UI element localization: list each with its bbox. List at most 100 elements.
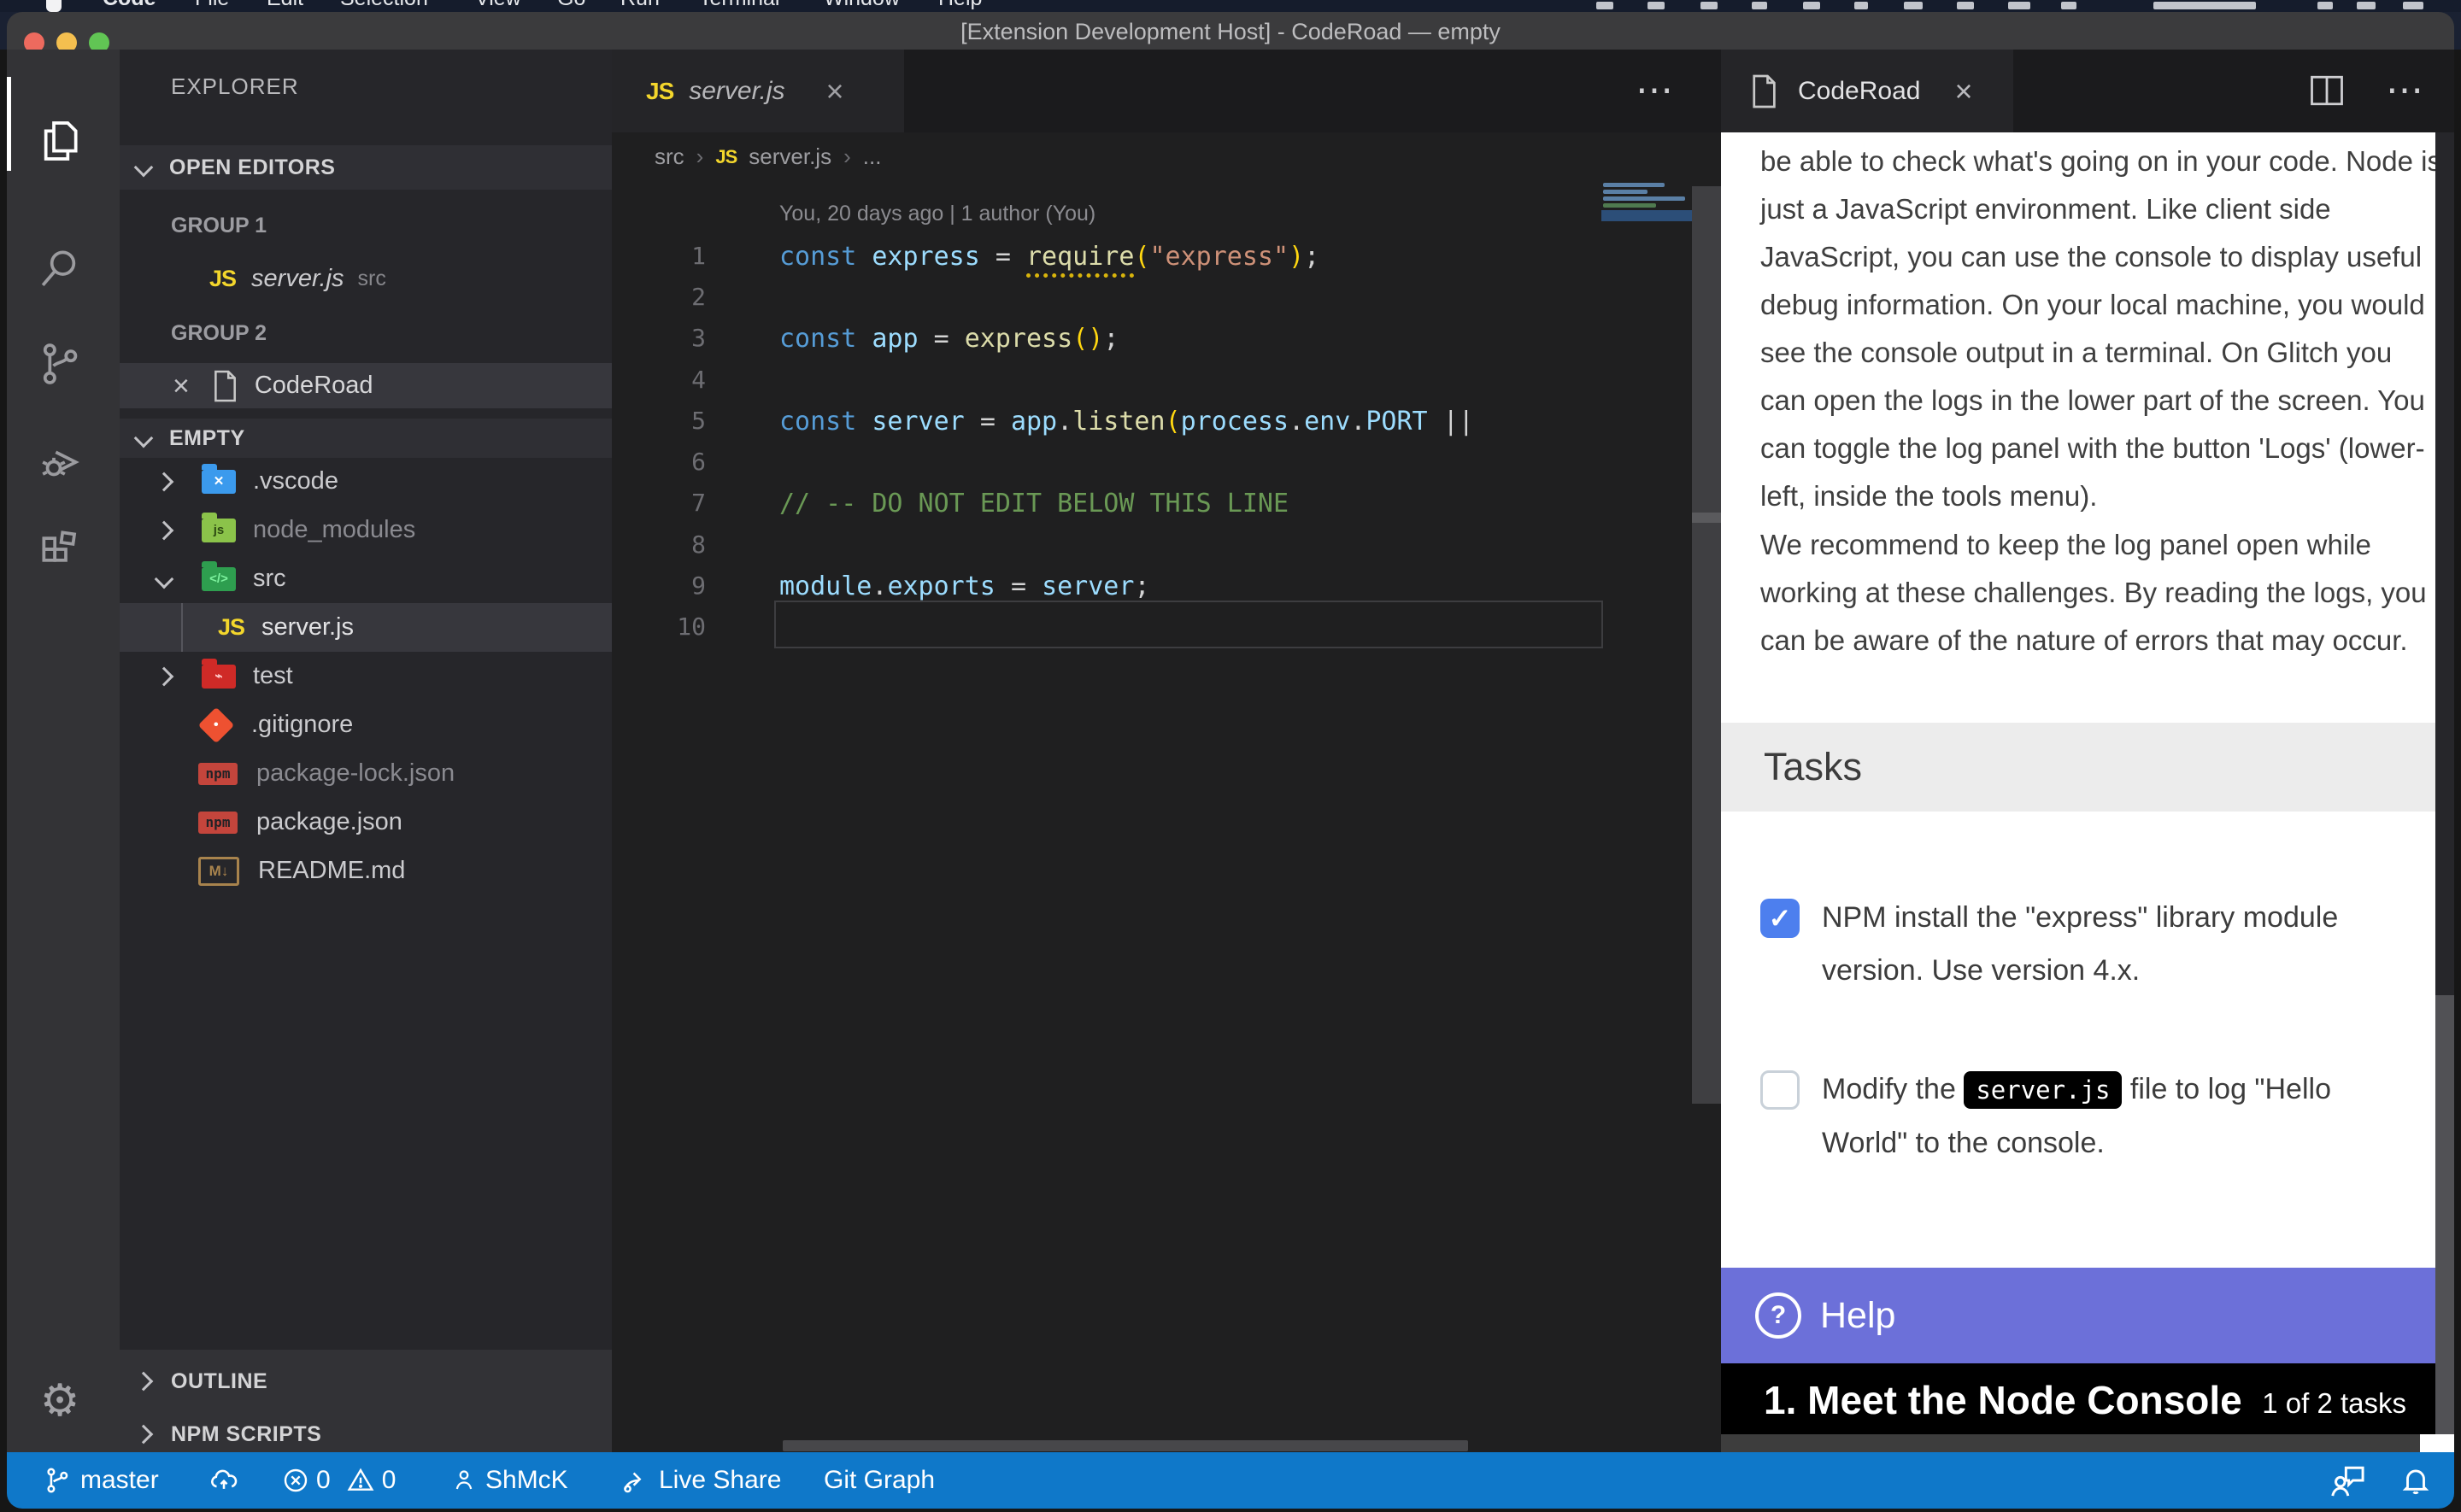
menu-file[interactable]: File xyxy=(195,0,229,11)
webview-scrollbar-thumb[interactable] xyxy=(2435,995,2454,1434)
git-branch-status[interactable]: master xyxy=(43,1452,159,1509)
tree-item-label: node_modules xyxy=(253,516,415,544)
menu-view[interactable]: View xyxy=(475,0,521,11)
minimap-slider[interactable] xyxy=(1601,210,1692,221)
code-line[interactable]: module.exports = server; xyxy=(779,571,1150,601)
menu-run[interactable]: Run xyxy=(620,0,660,11)
minimap[interactable] xyxy=(1603,190,1648,194)
lesson-footer[interactable]: 1. Meet the Node Console 1 of 2 tasks xyxy=(1721,1363,2454,1434)
outline-header[interactable]: OUTLINE xyxy=(120,1360,612,1403)
tree-item-readme[interactable]: M↓ README.md xyxy=(120,847,612,895)
tree-item-vscode[interactable]: ✕ .vscode xyxy=(120,457,612,506)
menu-selection[interactable]: Selection xyxy=(340,0,428,11)
src-folder-icon: </> xyxy=(202,567,236,591)
error-icon xyxy=(282,1467,309,1494)
npm-scripts-header[interactable]: NPM SCRIPTS xyxy=(120,1416,612,1452)
feedback-status[interactable] xyxy=(2328,1452,2367,1509)
tree-item-node-modules[interactable]: js node_modules xyxy=(120,506,612,554)
menu-go[interactable]: Go xyxy=(557,0,585,11)
breadcrumb-src[interactable]: src xyxy=(655,144,684,170)
settings-gear-icon[interactable]: ⚙ xyxy=(29,1370,91,1432)
menu-edit[interactable]: Edit xyxy=(267,0,303,11)
problems-status[interactable]: 0 0 xyxy=(282,1452,396,1509)
codelens-annotation[interactable]: You, 20 days ago | 1 author (You) xyxy=(779,202,1095,226)
menu-help[interactable]: Help xyxy=(938,0,982,11)
tree-item-label: package.json xyxy=(256,808,402,836)
minimap[interactable] xyxy=(1603,203,1656,208)
editor-scrollbar[interactable] xyxy=(1692,186,1721,1104)
tree-item-gitignore[interactable]: • .gitignore xyxy=(120,700,612,749)
notifications-status[interactable] xyxy=(2399,1452,2432,1509)
tab-server-js[interactable]: JS server.js × xyxy=(612,50,904,132)
tree-item-server-js[interactable]: JS server.js xyxy=(120,603,612,652)
menu-terminal[interactable]: Terminal xyxy=(699,0,779,11)
close-icon[interactable]: × xyxy=(1954,76,1972,107)
code-line[interactable]: const express = require("express"); xyxy=(779,242,1319,272)
line-number: 6 xyxy=(612,448,706,476)
extensions-icon[interactable] xyxy=(29,519,91,580)
sync-status[interactable] xyxy=(208,1452,240,1509)
explorer-icon[interactable] xyxy=(29,110,91,172)
source-control-icon[interactable] xyxy=(29,333,91,395)
minimap[interactable] xyxy=(1603,196,1685,201)
folder-section-header[interactable]: EMPTY xyxy=(120,419,612,458)
macos-menubar: Code File Edit Selection View Go Run Ter… xyxy=(0,0,2461,12)
code-line[interactable]: const app = express(); xyxy=(779,324,1119,354)
open-editor-label: CodeRoad xyxy=(255,372,373,400)
menubar-status-icon xyxy=(1803,2,1820,9)
folder-section-label: EMPTY xyxy=(169,426,245,451)
minimap[interactable] xyxy=(1603,183,1665,187)
live-share-status[interactable]: Live Share xyxy=(620,1452,781,1509)
account-status[interactable]: ShMcK xyxy=(451,1452,568,1509)
tree-item-package-lock[interactable]: npm package-lock.json xyxy=(120,749,612,798)
tree-item-label: src xyxy=(253,565,286,593)
open-editor-server-js[interactable]: JS server.js src xyxy=(120,255,612,303)
task-checkbox-checked[interactable]: ✓ xyxy=(1760,899,1800,938)
breadcrumb-symbol[interactable]: ... xyxy=(863,144,882,170)
webview-bottom-strip xyxy=(1721,1434,2420,1452)
tree-item-test[interactable]: ⌁ test xyxy=(120,652,612,700)
tree-item-label: README.md xyxy=(258,857,405,885)
window-titlebar[interactable]: [Extension Development Host] - CodeRoad … xyxy=(7,12,2454,50)
menubar-status-icon xyxy=(1700,2,1718,9)
code-line[interactable]: const server = app.listen(process.env.PO… xyxy=(779,407,1474,437)
task-checkbox-unchecked[interactable] xyxy=(1760,1070,1800,1110)
split-editor-icon[interactable] xyxy=(2309,73,2345,108)
tree-item-src[interactable]: </> src xyxy=(120,554,612,603)
tree-item-label: .gitignore xyxy=(251,711,353,739)
apple-menu-icon[interactable] xyxy=(46,0,62,12)
window-title: [Extension Development Host] - CodeRoad … xyxy=(7,19,2454,45)
chevron-down-icon xyxy=(134,158,154,178)
editor-group1-label: GROUP 1 xyxy=(171,214,267,238)
code-line[interactable]: // -- DO NOT EDIT BELOW THIS LINE xyxy=(779,489,1289,519)
webview-bottom-corner xyxy=(2420,1434,2454,1452)
tab-coderoad[interactable]: CodeRoad × xyxy=(1721,50,2013,132)
run-debug-icon[interactable] xyxy=(29,431,91,493)
help-accordion[interactable]: ? Help xyxy=(1721,1268,2454,1363)
webview-scrollbar-track[interactable] xyxy=(2435,132,2454,995)
coderoad-webview: be able to check what's going on in your… xyxy=(1721,132,2454,1452)
inline-code-chip: server.js xyxy=(1964,1071,2122,1109)
breadcrumb[interactable]: src › JS server.js › ... xyxy=(655,144,881,170)
indent-guide xyxy=(181,603,183,652)
close-icon[interactable]: × xyxy=(173,372,190,401)
live-share-label: Live Share xyxy=(659,1466,781,1495)
menu-code[interactable]: Code xyxy=(103,0,156,11)
panel-actions-more-icon[interactable]: ⋯ xyxy=(2386,68,2425,112)
breadcrumb-file[interactable]: server.js xyxy=(749,144,831,170)
close-icon[interactable]: × xyxy=(826,76,844,107)
git-icon: • xyxy=(198,706,234,742)
search-icon[interactable] xyxy=(29,237,91,299)
editor-scrollbar-thumb[interactable] xyxy=(1692,513,1721,523)
menubar-status-icon xyxy=(1596,2,1613,9)
horizontal-scrollbar[interactable] xyxy=(783,1440,1468,1451)
git-graph-status[interactable]: Git Graph xyxy=(824,1452,935,1509)
menu-window[interactable]: Window xyxy=(824,0,900,11)
editor-actions-more-icon[interactable]: ⋯ xyxy=(1636,68,1675,112)
tutorial-paragraph: be able to check what's going on in your… xyxy=(1760,138,2444,520)
editor-group: JS server.js × ⋯ src › JS server.js › ..… xyxy=(612,50,1721,1452)
open-editor-coderoad[interactable]: × CodeRoad xyxy=(120,363,612,408)
feedback-smiley-icon xyxy=(2328,1463,2367,1497)
tree-item-package-json[interactable]: npm package.json xyxy=(120,798,612,847)
open-editors-header[interactable]: OPEN EDITORS xyxy=(120,145,612,190)
